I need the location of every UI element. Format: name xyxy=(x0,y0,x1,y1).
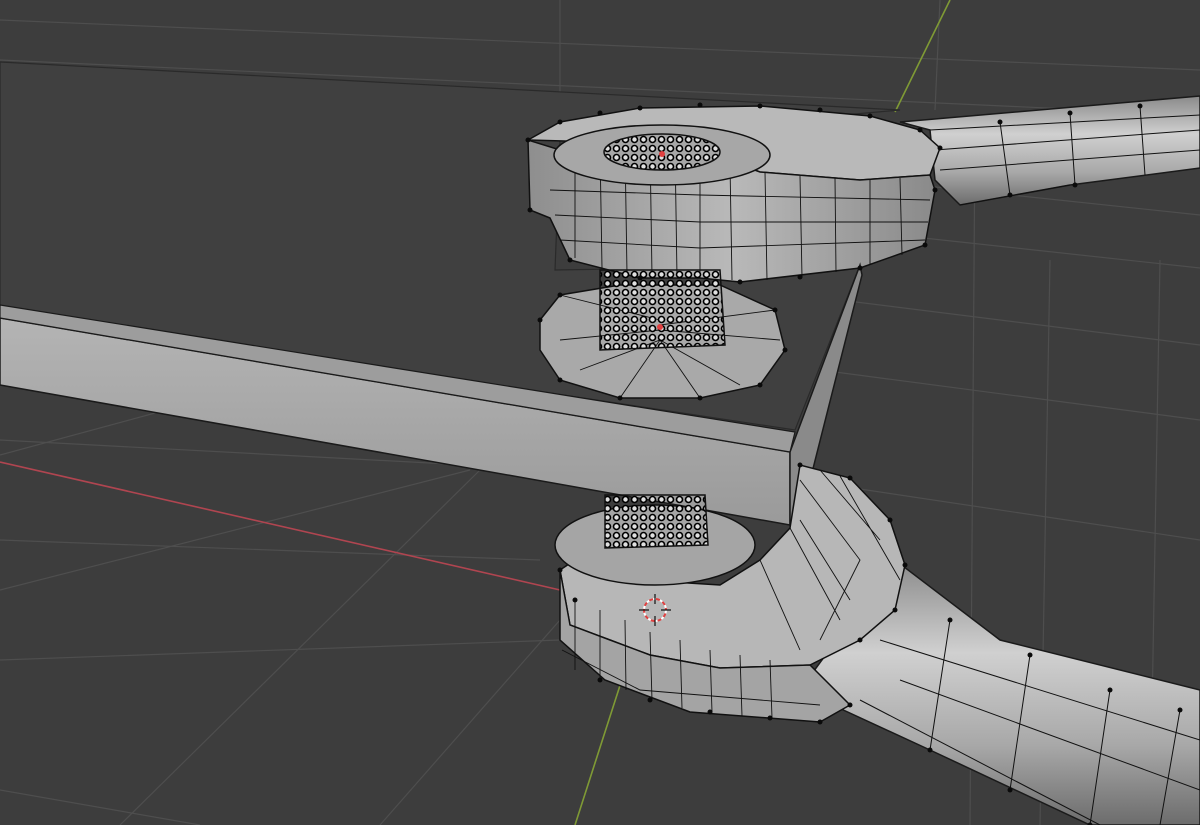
upper-spool xyxy=(599,269,726,351)
spool-origin-marker-icon xyxy=(657,324,663,330)
origin-marker-icon xyxy=(659,151,665,157)
3d-viewport[interactable] xyxy=(0,0,1200,825)
lower-spool xyxy=(604,494,709,549)
